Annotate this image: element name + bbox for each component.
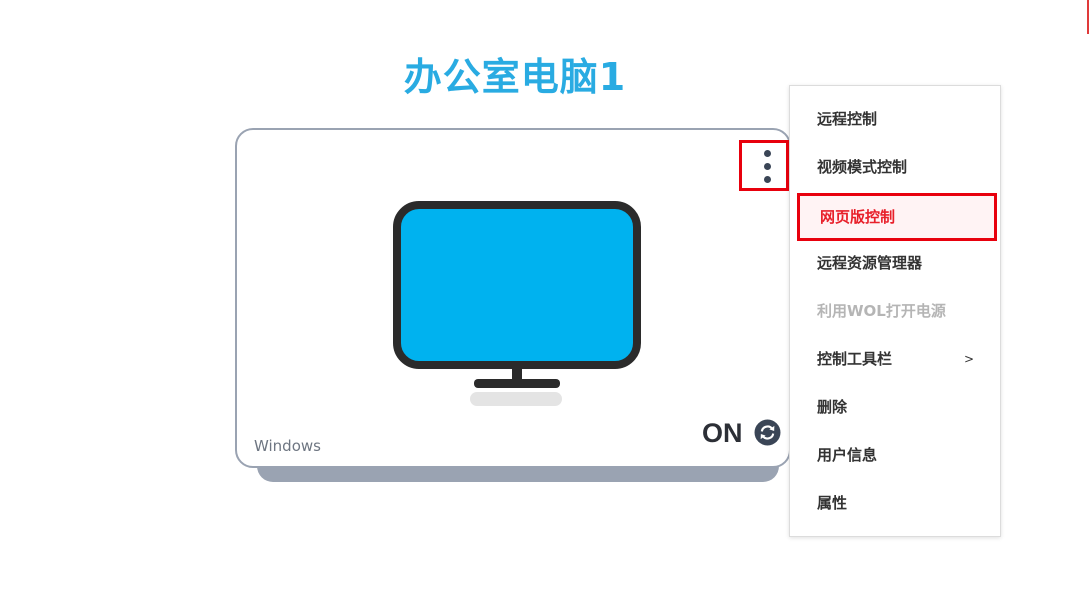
menu-item-web-control[interactable]: 网页版控制 (797, 193, 997, 241)
more-options-button[interactable] (752, 146, 782, 188)
kebab-dot (764, 176, 771, 183)
menu-item-label: 远程资源管理器 (817, 254, 923, 272)
chevron-right-icon: > (963, 352, 974, 366)
menu-item-label: 控制工具栏 (817, 350, 893, 368)
power-status: ON (702, 418, 743, 448)
device-page: 办公室电脑1 Windows ON 远程控制 视频模式控制 网页版控制 远程资源… (0, 0, 1089, 603)
kebab-vertical-icon (764, 150, 771, 157)
menu-item-control-toolbar[interactable]: 控制工具栏 > (790, 337, 1000, 381)
context-menu: 远程控制 视频模式控制 网页版控制 远程资源管理器 利用WOL打开电源 控制工具… (789, 85, 1001, 537)
menu-item-label: 属性 (817, 494, 848, 512)
menu-item-label: 网页版控制 (820, 208, 896, 226)
menu-item-delete[interactable]: 删除 (790, 385, 1000, 429)
menu-item-properties[interactable]: 属性 (790, 481, 1000, 525)
menu-item-remote-control[interactable]: 远程控制 (790, 97, 1000, 141)
refresh-circle-icon (754, 419, 781, 446)
menu-item-label: 用户信息 (817, 446, 878, 464)
menu-item-user-info[interactable]: 用户信息 (790, 433, 1000, 477)
refresh-status-button[interactable] (754, 419, 781, 446)
menu-item-video-mode-control[interactable]: 视频模式控制 (790, 145, 1000, 189)
monitor-icon (392, 200, 642, 412)
menu-item-label: 视频模式控制 (817, 158, 908, 176)
menu-item-wake-on-lan: 利用WOL打开电源 (790, 289, 1000, 333)
menu-item-remote-file-explorer[interactable]: 远程资源管理器 (790, 241, 1000, 285)
menu-item-label: 删除 (817, 398, 848, 416)
menu-item-label: 利用WOL打开电源 (817, 302, 946, 320)
kebab-dot (764, 163, 771, 170)
menu-item-label: 远程控制 (817, 110, 878, 128)
device-title: 办公室电脑1 (403, 55, 627, 99)
os-label: Windows (254, 437, 321, 455)
